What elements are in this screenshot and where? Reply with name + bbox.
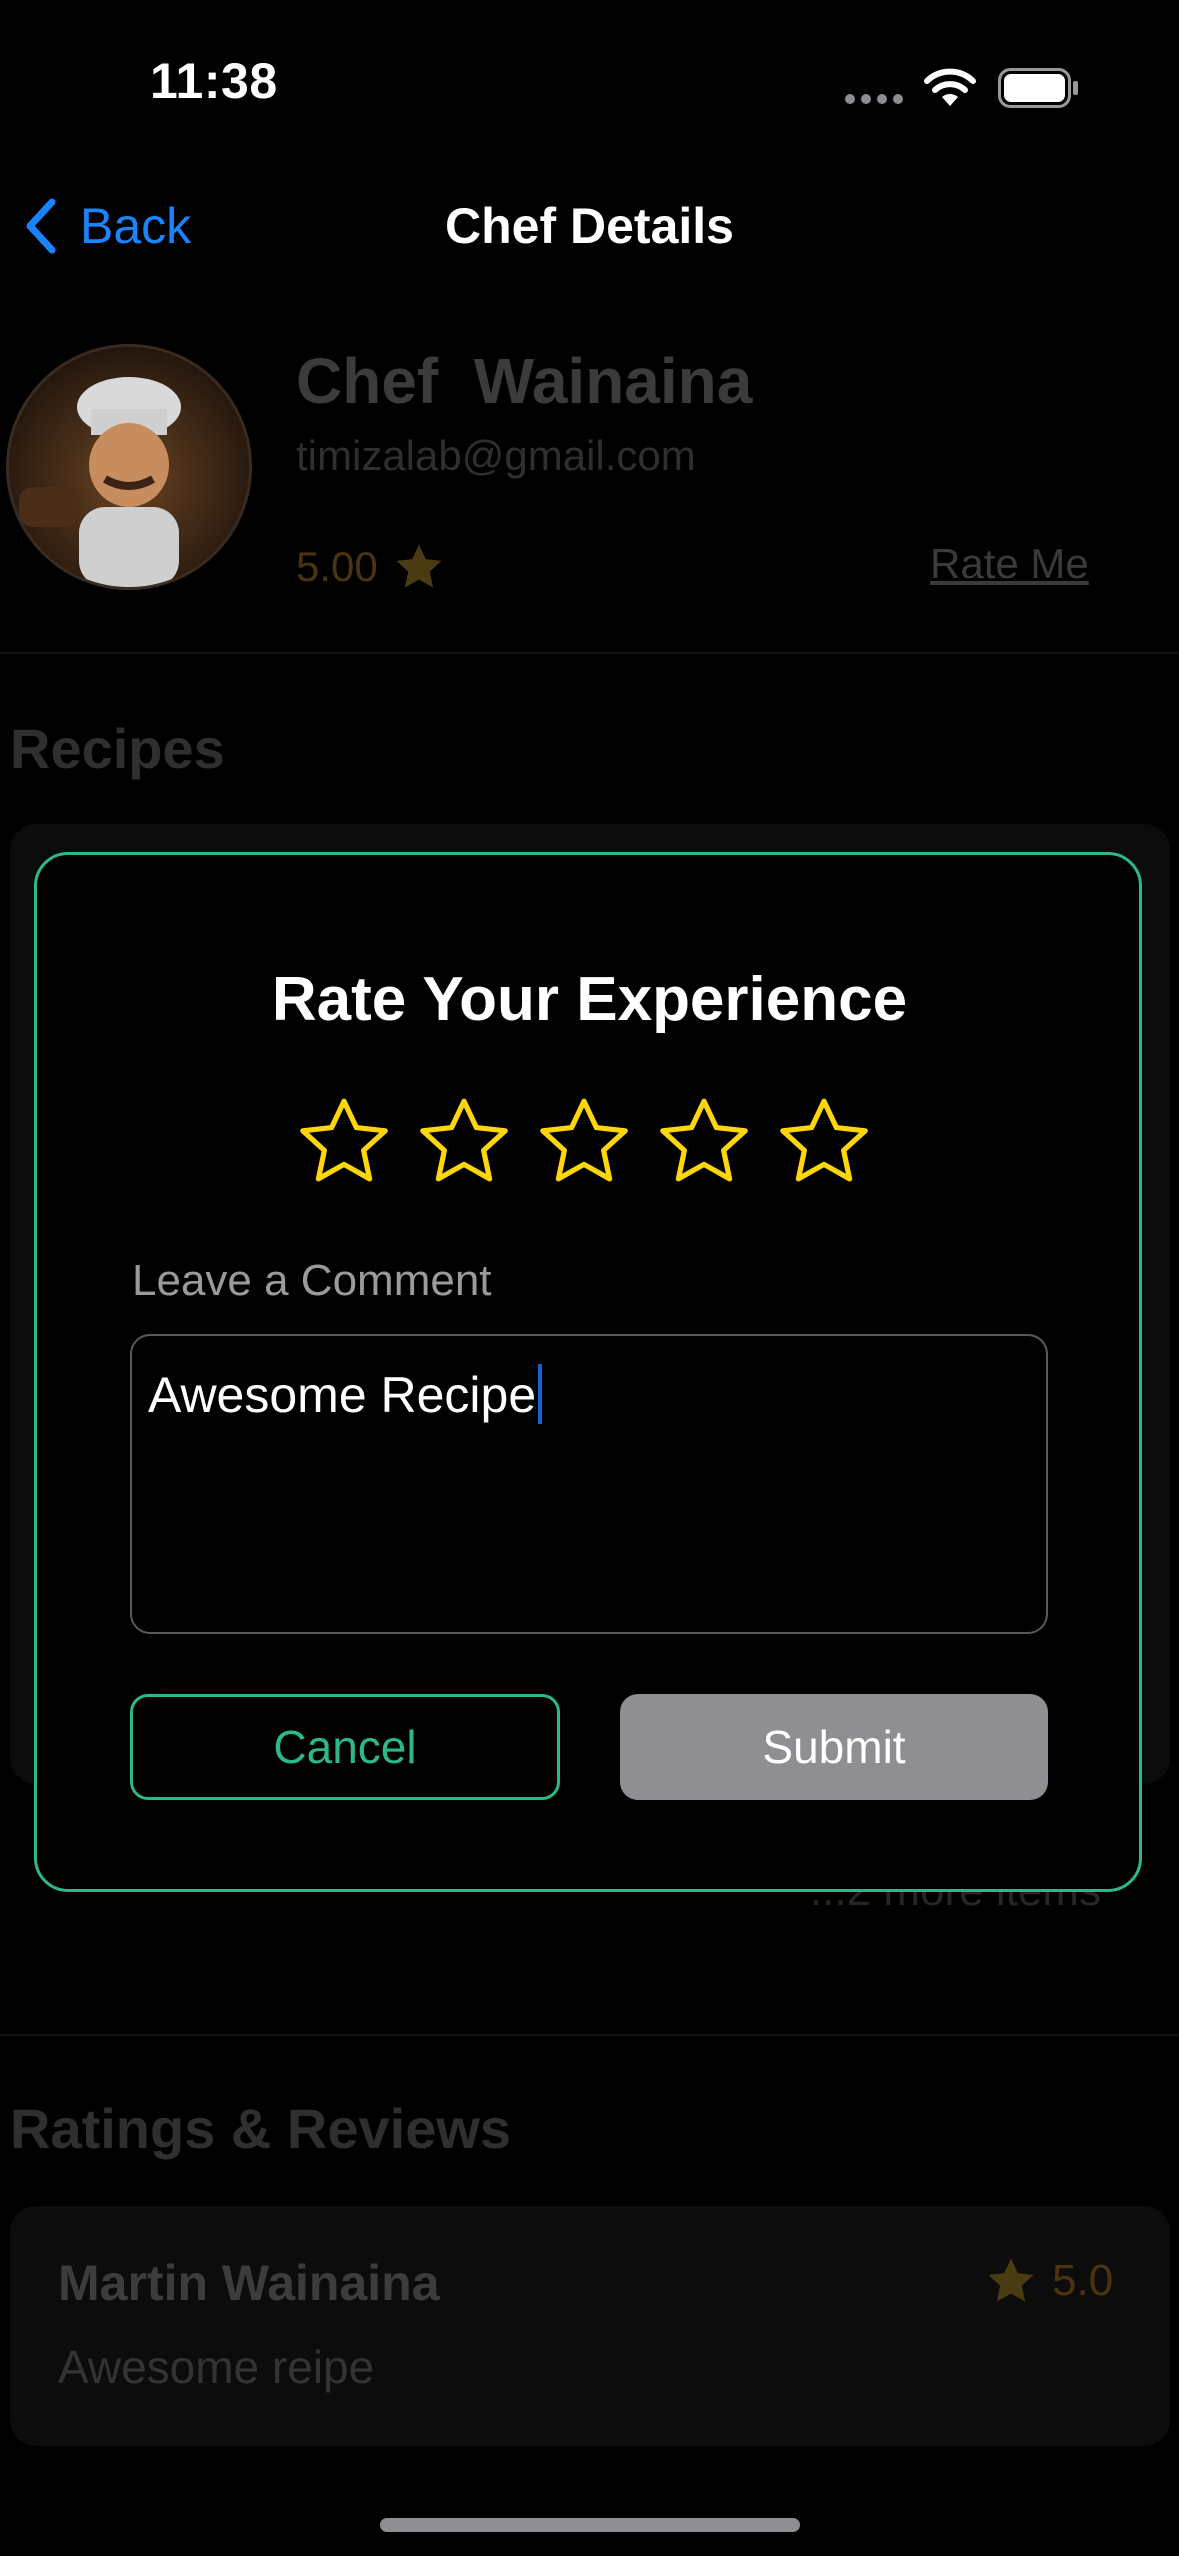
modal-title: Rate Your Experience bbox=[271, 965, 908, 1034]
star-rating-control bbox=[296, 1094, 872, 1190]
recipes-section-title: Recipes bbox=[10, 717, 225, 780]
rate-me-link[interactable]: Rate Me bbox=[930, 540, 1089, 588]
chef-rating-value: 5.00 bbox=[296, 543, 378, 590]
star-icon bbox=[396, 544, 442, 588]
ratings-section-title: Ratings & Reviews bbox=[10, 2097, 512, 2160]
star-icon[interactable] bbox=[296, 1094, 392, 1190]
chef-name: Chef Wainaina bbox=[296, 345, 753, 417]
comment-input[interactable]: Awesome Recipe bbox=[130, 1334, 1048, 1634]
wifi-icon bbox=[924, 68, 976, 106]
divider bbox=[0, 652, 1179, 654]
chef-rating: 5.00 bbox=[296, 540, 446, 594]
page-title: Chef Details bbox=[445, 198, 734, 254]
review-score-value: 5.0 bbox=[1052, 2256, 1114, 2305]
review-text: Awesome reipe bbox=[58, 2341, 375, 2393]
star-icon[interactable] bbox=[536, 1094, 632, 1190]
divider bbox=[0, 2034, 1179, 2036]
status-time: 11:38 bbox=[150, 53, 278, 109]
star-icon[interactable] bbox=[776, 1094, 872, 1190]
comment-label: Leave a Comment bbox=[132, 1256, 492, 1305]
chef-email: timizalab@gmail.com bbox=[296, 432, 696, 479]
star-icon[interactable] bbox=[656, 1094, 752, 1190]
review-score: 5.0 bbox=[984, 2254, 1113, 2308]
star-icon[interactable] bbox=[416, 1094, 512, 1190]
reviewer-name: Martin Wainaina bbox=[58, 2255, 440, 2311]
comment-text: Awesome Recipe bbox=[148, 1367, 537, 1423]
battery-icon bbox=[998, 68, 1078, 108]
chef-avatar bbox=[6, 344, 252, 590]
star-icon bbox=[988, 2258, 1034, 2302]
text-caret bbox=[538, 1364, 543, 1424]
cancel-button[interactable]: Cancel bbox=[130, 1694, 560, 1800]
review-card bbox=[10, 2206, 1170, 2446]
home-indicator bbox=[380, 2518, 800, 2532]
submit-button[interactable]: Submit bbox=[620, 1694, 1048, 1800]
cellular-icon bbox=[845, 94, 905, 104]
